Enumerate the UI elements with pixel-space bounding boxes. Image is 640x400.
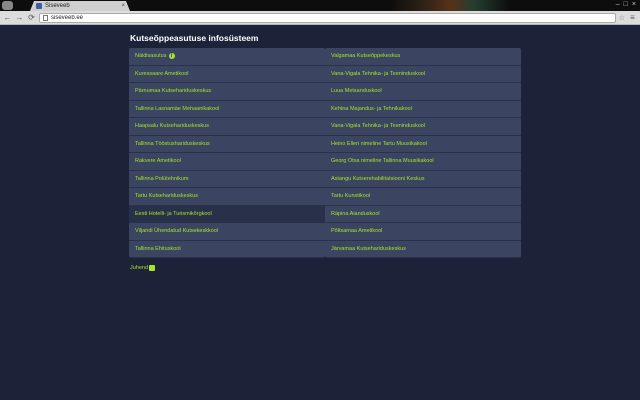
school-name: Georg Otsa nimeline Tallinna Muusikakool [331,158,434,165]
help-link[interactable]: Juhend [130,265,156,271]
school-name: Vana-Vigala Tehnika- ja Teeninduskool [331,123,426,130]
school-name: Astangu Kutserehabilitatsiooni Keskus [331,175,425,182]
school-name: Rakvere Ametikool [135,158,181,165]
reload-icon[interactable]: ⟳ [27,13,36,23]
school-name: Järvamaa Kutsehariduskeskus [331,245,406,252]
school-name: Tallinna Tööstushariduskeskus [135,140,210,147]
school-list-item[interactable]: Põltsamaa Ametikool [325,223,521,241]
school-name: Näidisasutus [135,53,167,60]
help-link-label: Juhend [130,265,149,271]
school-list-item[interactable]: Kuressaare Ametikool [129,65,325,83]
school-name: Tallinna Ehituskool [135,245,181,252]
school-list-item[interactable]: Näidisasutus i [129,48,325,66]
school-list-item[interactable]: Tallinna Lasnamäe Mehaanikakool [129,100,325,118]
school-name: Kehtna Majandus- ja Tehnikakool [331,105,412,112]
school-name: Haapsalu Kutsehariduskeskus [135,123,209,130]
help-icon [149,265,156,271]
browser-tab-bar: Siseveeb × – □ × [0,0,640,11]
school-list-item[interactable]: Georg Otsa nimeline Tallinna Muusikakool [325,153,521,171]
page-icon [43,14,48,21]
browser-logo-icon [2,1,13,10]
school-name: Tallinna Lasnamäe Mehaanikakool [135,105,220,112]
school-name: Valgamaa Kutseõppekeskus [331,53,401,60]
school-name: Räpina Aianduskool [331,210,380,217]
school-list-item[interactable]: Heino Elleri nimeline Tartu Muusikakool [325,135,521,153]
school-list-item[interactable]: Tartu Kunstikool [325,188,521,206]
address-bar[interactable] [39,12,616,23]
school-name: Põltsamaa Ametikool [331,228,383,235]
school-name: Eesti Hotelli- ja Turismikõrgkool [135,210,212,217]
info-icon[interactable]: i [168,53,175,60]
tab-title: Siseveeb [45,3,70,9]
school-name: Tallinna Polütehnikum [135,175,189,182]
maximize-icon[interactable]: □ [624,1,628,9]
school-list-item[interactable]: Valgamaa Kutseõppekeskus [325,48,521,66]
school-list-item[interactable]: Luua Metsanduskool [325,83,521,101]
school-list-item[interactable]: Tallinna Ehituskool [129,240,325,258]
theme-decoration [390,0,510,11]
school-name: Vana-Vigala Tehnika- ja Teeninduskool [331,70,426,77]
back-icon[interactable]: ← [3,13,12,23]
school-list-item[interactable]: Räpina Aianduskool [325,205,521,223]
bookmark-star-icon[interactable]: ☆ [619,14,625,22]
favicon-icon [36,3,42,9]
minimize-icon[interactable]: – [616,1,620,9]
school-list-item[interactable]: Järvamaa Kutsehariduskeskus [325,240,521,258]
school-name: Kuressaare Ametikool [135,70,189,77]
school-name: Heino Elleri nimeline Tartu Muusikakool [331,140,427,147]
school-list-item[interactable]: Kehtna Majandus- ja Tehnikakool [325,100,521,118]
school-list-right: Valgamaa Kutseõppekeskus Vana-Vigala Tehn… [325,48,521,258]
school-list-item[interactable]: Eesti Hotelli- ja Turismikõrgkool [129,205,325,223]
school-list-item[interactable]: Tartu Kutsehariduskeskus [129,188,325,206]
browser-toolbar: ← → ⟳ ☆ ≡ [0,11,640,25]
school-list-item[interactable]: Viljandi Ühendatud Kutsekeskkool [129,223,325,241]
browser-tab[interactable]: Siseveeb × [30,1,130,11]
school-list-item[interactable]: Pärnumaa Kutsehariduskeskus [129,83,325,101]
window-controls: – □ × [616,1,636,9]
school-name: Pärnumaa Kutsehariduskeskus [135,88,212,95]
school-name: Tartu Kunstikool [331,193,371,200]
school-list-item[interactable]: Rakvere Ametikool [129,153,325,171]
school-name: Tartu Kutsehariduskeskus [135,193,198,200]
tab-close-icon[interactable]: × [121,3,125,9]
school-list-item[interactable]: Vana-Vigala Tehnika- ja Teeninduskool [325,118,521,136]
school-list-item[interactable]: Haapsalu Kutsehariduskeskus [129,118,325,136]
school-list-item[interactable]: Vana-Vigala Tehnika- ja Teeninduskool [325,65,521,83]
school-list-left: Näidisasutus i Kuressaare Ametikool Pärnuma… [129,48,325,258]
page-content: Kutseõppeasutuse infosüsteem Näidisasutu… [0,25,640,400]
close-window-icon[interactable]: × [632,1,636,9]
school-name: Viljandi Ühendatud Kutsekeskkool [135,228,219,235]
url-input[interactable] [51,14,612,21]
forward-icon[interactable]: → [15,13,24,23]
school-name: Luua Metsanduskool [331,88,382,95]
school-list-item[interactable]: Tallinna Tööstushariduskeskus [129,135,325,153]
page-title: Kutseõppeasutuse infosüsteem [130,33,259,43]
browser-menu-icon[interactable]: ≡ [628,13,637,22]
school-list-item[interactable]: Astangu Kutserehabilitatsiooni Keskus [325,170,521,188]
school-list-item[interactable]: Tallinna Polütehnikum [129,170,325,188]
